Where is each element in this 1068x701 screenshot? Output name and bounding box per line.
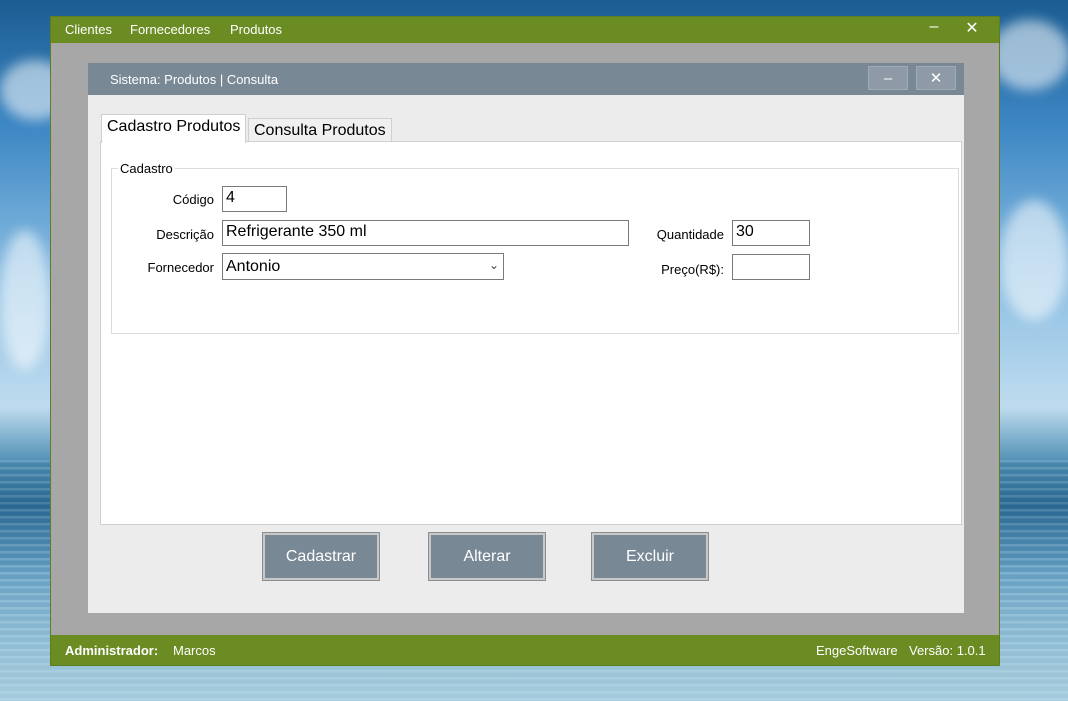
menu-bar: Clientes Fornecedores Produtos – ✕ <box>51 17 999 43</box>
excluir-button[interactable]: Excluir <box>591 532 709 581</box>
groupbox-title: Cadastro <box>118 161 175 176</box>
preco-field[interactable] <box>732 254 810 280</box>
chevron-down-icon: ⌄ <box>488 258 499 272</box>
codigo-field[interactable]: 4 <box>222 186 287 212</box>
quantidade-label: Quantidade <box>656 227 724 242</box>
cadastrar-button[interactable]: Cadastrar <box>262 532 380 581</box>
main-window: Clientes Fornecedores Produtos – ✕ Siste… <box>50 16 1000 666</box>
preco-label: Preço(R$): <box>661 262 724 277</box>
minimize-icon: – <box>883 70 893 87</box>
admin-name: Marcos <box>173 643 216 658</box>
child-title-bar: Sistema: Produtos | Consulta – ✕ <box>88 63 964 95</box>
menu-item-fornecedores[interactable]: Fornecedores <box>130 22 210 37</box>
descricao-label: Descrição <box>156 227 214 242</box>
menu-item-clientes[interactable]: Clientes <box>65 22 112 37</box>
tab-cadastro-produtos[interactable]: Cadastro Produtos <box>101 114 247 143</box>
child-minimize-button[interactable]: – <box>868 66 908 90</box>
fornecedor-label: Fornecedor <box>147 260 214 275</box>
minimize-icon[interactable]: – <box>919 18 949 36</box>
quantidade-field[interactable]: 30 <box>732 220 810 246</box>
tab-panel-cadastro: Cadastro Código 4 Descrição Refrigerante… <box>100 141 962 525</box>
child-close-button[interactable]: ✕ <box>916 66 956 90</box>
fornecedor-selected-value: Antonio <box>226 258 281 275</box>
company-name: EngeSoftware <box>816 643 898 658</box>
codigo-label: Código <box>172 192 214 207</box>
menu-item-produtos[interactable]: Produtos <box>230 22 282 37</box>
status-bar: Administrador: Marcos EngeSoftware Versã… <box>51 635 999 665</box>
produtos-child-window: Sistema: Produtos | Consulta – ✕ Cadastr… <box>88 63 964 613</box>
fornecedor-select[interactable]: Antonio ⌄ <box>222 253 504 280</box>
alterar-button[interactable]: Alterar <box>428 532 546 581</box>
close-icon: ✕ <box>929 70 943 87</box>
cadastro-groupbox: Cadastro Código 4 Descrição Refrigerante… <box>111 161 959 334</box>
version-label: Versão: 1.0.1 <box>909 643 986 658</box>
descricao-field[interactable]: Refrigerante 350 ml <box>222 220 629 246</box>
close-icon[interactable]: ✕ <box>957 18 987 38</box>
child-window-title: Sistema: Produtos | Consulta <box>110 72 279 87</box>
admin-label: Administrador: <box>65 643 159 658</box>
